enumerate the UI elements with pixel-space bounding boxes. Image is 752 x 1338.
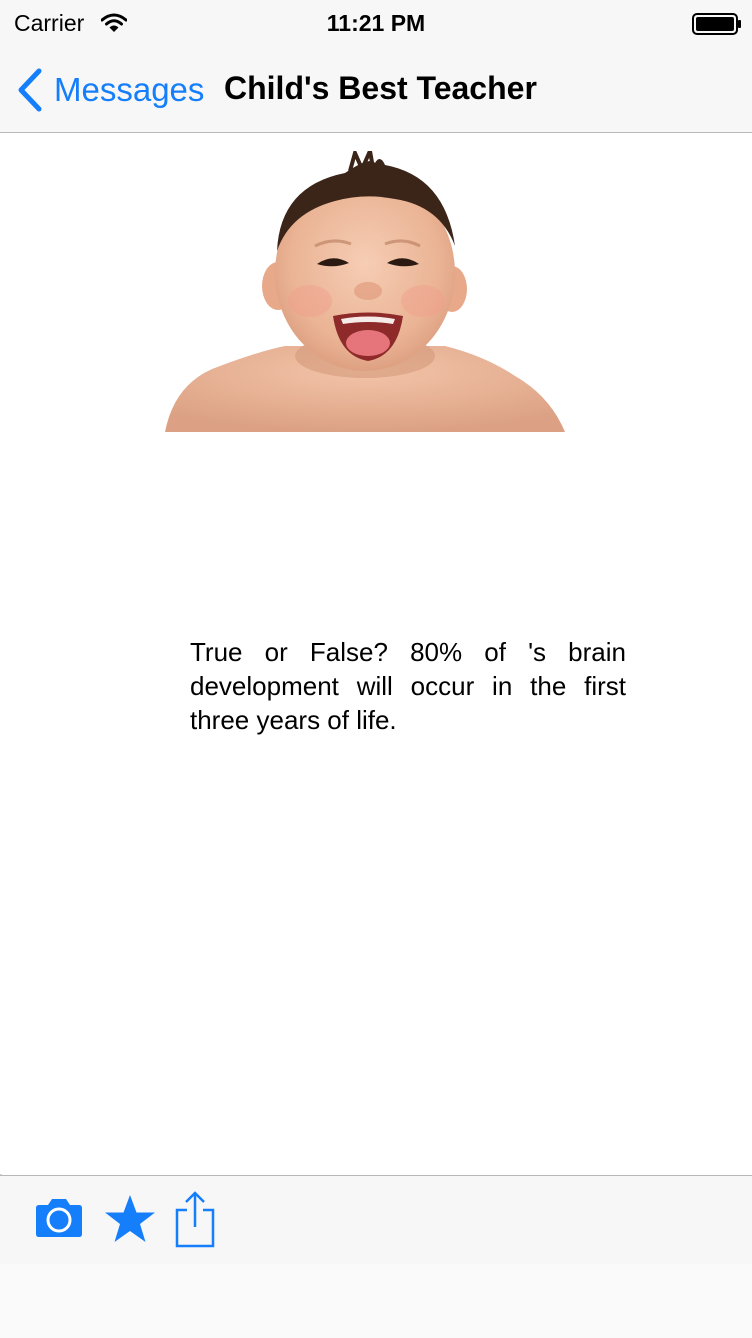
star-icon[interactable] [103,1194,157,1244]
share-icon[interactable] [174,1190,216,1248]
question-text: True or False? 80% of 's brain developme… [190,637,626,735]
content-view: True or False? 80% of 's brain developme… [0,133,752,1174]
bottom-toolbar [0,1175,752,1264]
back-button[interactable]: Messages [16,66,204,114]
status-bar: Carrier 11:21 PM [0,0,752,48]
battery-icon [692,13,741,35]
camera-icon[interactable] [33,1198,85,1238]
baby-photo [165,151,565,432]
navigation-bar: Messages Child's Best Teacher [0,48,752,133]
chevron-left-icon [18,68,42,112]
bottom-area [0,1264,752,1338]
page-title: Child's Best Teacher [224,70,537,106]
back-button-label: Messages [54,71,205,108]
clock: 11:21 PM [326,10,426,36]
screen: Carrier 11:21 PM Messages Child's Best T… [0,0,752,1338]
